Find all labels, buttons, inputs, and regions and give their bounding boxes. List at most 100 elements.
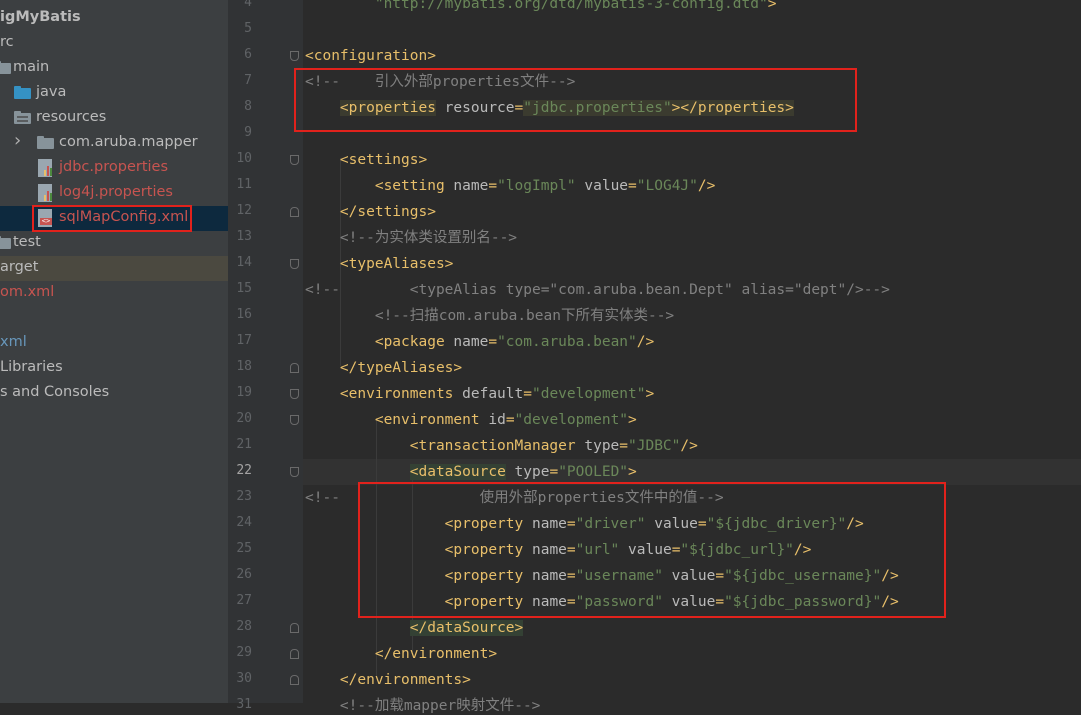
tree-item-label: com.aruba.mapper: [59, 134, 198, 150]
code-token: value: [619, 542, 672, 558]
code-token: "url": [575, 542, 620, 558]
code-line: <!-- 使用外部properties文件中的值-->: [305, 489, 724, 507]
code-token: type: [575, 438, 620, 454]
tree-item-1[interactable]: igMyBatis: [0, 6, 228, 31]
fold-collapse-icon[interactable]: [290, 259, 299, 269]
line-number-gutter: 4 5 6 7 8 9 10 11 12 13 14 15 16 17 18 19 20 21 22 23 24 25 26…: [228, 0, 303, 712]
code-token: =: [505, 412, 515, 428]
code-token: "${jdbc_password}": [724, 594, 882, 610]
chevron-right-icon[interactable]: ›: [14, 130, 21, 151]
line-number: 18: [236, 359, 252, 374]
folder-icon: [0, 236, 11, 249]
tree-item-11[interactable]: arget: [0, 256, 228, 281]
code-token: =: [566, 542, 576, 558]
tree-item-7[interactable]: jdbc.properties: [0, 156, 228, 181]
code-line: <property name="password" value="${jdbc_…: [305, 593, 899, 611]
tree-item-12[interactable]: om.xml: [0, 281, 228, 306]
fold-collapse-icon[interactable]: [290, 155, 299, 165]
code-token: </environments>: [305, 672, 471, 688]
code-token: =: [566, 568, 576, 584]
code-token: />: [846, 516, 864, 532]
code-line: <properties resource="jdbc.properties"><…: [305, 99, 794, 117]
code-token: name: [523, 516, 567, 532]
line-number: 7: [244, 73, 252, 88]
code-token: "LOG4J": [636, 178, 698, 194]
tree-item-6[interactable]: › com.aruba.mapper: [0, 130, 228, 156]
code-token: <!--扫描com.aruba.bean下所有实体类-->: [305, 308, 675, 324]
line-number: 8: [244, 99, 252, 114]
code-token: value: [645, 516, 698, 532]
code-token: value: [575, 178, 629, 194]
code-token: />: [680, 438, 698, 454]
code-token: "http://mybatis.org/dtd/mybatis-3-config…: [305, 0, 768, 12]
line-number: 31: [236, 697, 252, 712]
code-token: <!-- 引入外部properties文件-->: [305, 74, 576, 90]
fold-end-icon[interactable]: [290, 649, 299, 659]
tree-item-label: resources: [36, 109, 107, 125]
tree-item-14[interactable]: xml: [0, 331, 228, 356]
code-token: resource: [435, 100, 515, 116]
code-line: </settings>: [305, 203, 436, 221]
tree-item-9[interactable]: <> sqlMapConfig.xml: [0, 206, 228, 231]
code-line: <!-- 引入外部properties文件-->: [305, 73, 575, 91]
tree-item-label: main: [13, 59, 50, 75]
code-token: <configuration>: [305, 48, 436, 64]
code-token: <!-- 使用外部properties文件中的值-->: [305, 490, 724, 506]
code-token: =: [514, 100, 524, 116]
fold-collapse-icon[interactable]: [290, 415, 299, 425]
tree-item-2[interactable]: rc: [0, 31, 228, 56]
code-token: <environment: [305, 412, 480, 428]
fold-end-icon[interactable]: [290, 675, 299, 685]
code-line: <property name="username" value="${jdbc_…: [305, 567, 899, 585]
code-token: =: [566, 516, 576, 532]
tree-item-13[interactable]: [0, 306, 228, 331]
code-token: =: [523, 386, 532, 402]
tree-item-10[interactable]: test: [0, 231, 228, 256]
line-number: 10: [236, 151, 252, 166]
tree-item-16[interactable]: s and Consoles: [0, 381, 228, 406]
code-token: <property: [305, 568, 524, 584]
line-number: 20: [236, 411, 252, 426]
code-token: <property: [305, 594, 524, 610]
tree-item-4[interactable]: java: [0, 81, 228, 106]
line-number: 22: [236, 463, 252, 478]
fold-end-icon[interactable]: [290, 363, 299, 373]
properties-file-icon: [38, 184, 52, 202]
code-token: ></properties>: [671, 100, 794, 116]
code-line: </dataSource>: [305, 619, 524, 637]
code-token: =: [488, 334, 498, 350]
code-token: >: [645, 386, 655, 402]
code-editor[interactable]: "http://mybatis.org/dtd/mybatis-3-config…: [303, 0, 1081, 714]
tree-item-3[interactable]: main: [0, 56, 228, 81]
code-token: <property: [305, 542, 524, 558]
code-token: <package: [305, 334, 445, 350]
tree-item-label: igMyBatis: [0, 9, 81, 25]
fold-end-icon[interactable]: [290, 623, 299, 633]
code-line: <!--扫描com.aruba.bean下所有实体类-->: [305, 307, 674, 325]
tree-item-5[interactable]: resources: [0, 106, 228, 131]
line-number: 6: [244, 47, 252, 62]
fold-end-icon[interactable]: [290, 207, 299, 217]
code-token: value: [662, 568, 716, 584]
tree-item-label: test: [13, 234, 41, 250]
code-line: <dataSource type="POOLED">: [305, 463, 637, 481]
code-token: =: [697, 516, 707, 532]
fold-collapse-icon[interactable]: [290, 51, 299, 61]
code-token: =: [628, 178, 637, 194]
line-number: 25: [236, 541, 252, 556]
tree-item-label: sqlMapConfig.xml: [59, 209, 189, 225]
tree-item-8[interactable]: log4j.properties: [0, 181, 228, 206]
code-token: =: [619, 438, 629, 454]
code-line: <property name="driver" value="${jdbc_dr…: [305, 515, 864, 533]
tree-item-label: om.xml: [0, 284, 55, 300]
code-token: =: [566, 594, 576, 610]
tree-item-15[interactable]: Libraries: [0, 356, 228, 381]
code-line: <property name="url" value="${jdbc_url}"…: [305, 541, 812, 559]
fold-collapse-icon[interactable]: [290, 389, 299, 399]
code-token: "password": [575, 594, 663, 610]
code-token: =: [715, 594, 725, 610]
line-number: 24: [236, 515, 252, 530]
fold-collapse-icon[interactable]: [290, 467, 299, 477]
line-number: 27: [236, 593, 252, 608]
